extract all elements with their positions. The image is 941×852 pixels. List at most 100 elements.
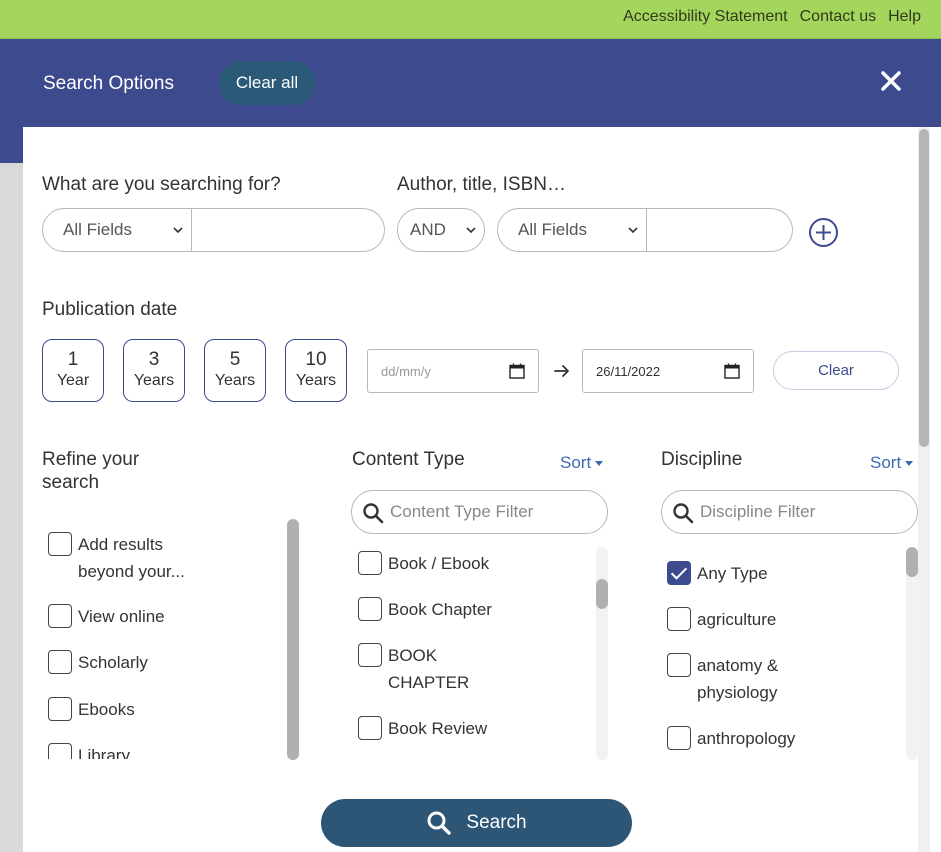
discipline-item[interactable]: anatomy & physiology xyxy=(667,652,807,706)
checkbox[interactable] xyxy=(358,551,382,575)
discipline-sort[interactable]: Sort xyxy=(870,453,914,473)
search-input-2[interactable] xyxy=(647,208,793,252)
search-icon xyxy=(673,503,694,524)
refine-item-label: Ebooks xyxy=(78,700,135,719)
discipline-item[interactable]: agriculture xyxy=(667,606,776,633)
range-unit: Year xyxy=(56,372,90,389)
refine-item-ebooks[interactable]: Ebooks xyxy=(48,696,135,723)
discipline-item-any-type[interactable]: Any Type xyxy=(667,560,768,587)
discipline-item-label: anthropology xyxy=(697,729,796,748)
discipline-filter-placeholder: Discipline Filter xyxy=(700,502,816,521)
range-number: 3 xyxy=(148,349,160,370)
discipline-title: Discipline xyxy=(661,449,743,470)
refine-item-label: View online xyxy=(78,607,165,626)
range-number: 10 xyxy=(305,349,327,370)
field-select-1[interactable]: All Fields xyxy=(42,208,192,252)
checkbox-checked[interactable] xyxy=(667,561,691,585)
content-type-item-label: Book / Ebook xyxy=(388,554,490,573)
range-unit: Years xyxy=(133,372,175,389)
refine-item-scholarly[interactable]: Scholarly xyxy=(48,649,148,676)
sort-label: Sort xyxy=(560,453,592,472)
field-select-1-value: All Fields xyxy=(63,220,132,239)
checkbox[interactable] xyxy=(358,643,382,667)
add-row-icon[interactable] xyxy=(808,217,839,248)
checkbox[interactable] xyxy=(48,604,72,628)
checkbox[interactable] xyxy=(667,607,691,631)
search-label: What are you searching for? xyxy=(42,174,281,195)
refine-item-library[interactable]: Library xyxy=(48,742,130,759)
publication-date-label: Publication date xyxy=(42,299,178,320)
refine-item-label: Add results beyond your... xyxy=(78,535,185,581)
author-title-label: Author, title, ISBN… xyxy=(397,174,566,195)
top-links: Accessibility Statement Contact us Help xyxy=(623,8,921,26)
discipline-scrollbar-track[interactable] xyxy=(906,547,918,760)
range-number: 5 xyxy=(229,349,241,370)
search-button[interactable]: Search xyxy=(321,799,632,847)
chevron-down-icon xyxy=(628,227,638,234)
clear-dates-button[interactable]: Clear xyxy=(773,351,899,390)
checkbox[interactable] xyxy=(48,650,72,674)
refine-item-label: Library xyxy=(78,746,130,759)
discipline-scrollbar-thumb[interactable] xyxy=(906,547,918,577)
chevron-down-icon xyxy=(173,227,183,234)
content-type-filter-placeholder: Content Type Filter xyxy=(390,502,534,521)
range-10-years-button[interactable]: 10 Years xyxy=(285,339,347,402)
checkbox[interactable] xyxy=(358,716,382,740)
close-icon[interactable] xyxy=(879,69,903,93)
date-from-placeholder: dd/mm/y xyxy=(381,363,431,379)
checkbox[interactable] xyxy=(48,532,72,556)
content-type-title: Content Type xyxy=(352,449,465,470)
refine-item-add-results[interactable]: Add results beyond your... xyxy=(48,531,248,585)
content-type-item-label: BOOK CHAPTER xyxy=(388,646,470,692)
checkbox[interactable] xyxy=(358,597,382,621)
contact-link[interactable]: Contact us xyxy=(800,8,876,26)
range-5-years-button[interactable]: 5 Years xyxy=(204,339,266,402)
refine-title: Refine your search xyxy=(42,449,140,493)
range-unit: Years xyxy=(295,372,337,389)
modal-scrollbar-thumb[interactable] xyxy=(919,129,929,447)
checkbox[interactable] xyxy=(48,697,72,721)
range-number: 1 xyxy=(67,349,79,370)
checkbox[interactable] xyxy=(667,653,691,677)
search-button-label: Search xyxy=(466,812,527,833)
checkbox[interactable] xyxy=(667,726,691,750)
modal-title: Search Options xyxy=(43,73,174,94)
content-type-item-label: Book Chapter xyxy=(388,600,492,619)
refine-item-view-online[interactable]: View online xyxy=(48,603,165,630)
content-type-item[interactable]: Book / Ebook xyxy=(358,550,489,577)
operator-select[interactable]: AND xyxy=(397,208,485,252)
calendar-icon[interactable] xyxy=(724,363,740,379)
content-type-scrollbar-thumb[interactable] xyxy=(596,579,608,609)
caret-down-icon xyxy=(595,461,604,467)
discipline-list: Any Type agriculture anatomy & physiolog… xyxy=(667,547,897,760)
range-3-years-button[interactable]: 3 Years xyxy=(123,339,185,402)
date-to-input[interactable]: 26/11/2022 xyxy=(582,349,754,393)
discipline-item[interactable]: anthropology xyxy=(667,725,795,752)
modal-header: Search Options Clear all xyxy=(23,39,941,127)
content-type-item[interactable]: Book Chapter xyxy=(358,596,492,623)
content-type-item[interactable]: BOOK CHAPTER xyxy=(358,642,478,696)
refine-scrollbar-thumb[interactable] xyxy=(287,519,299,760)
operator-select-value: AND xyxy=(410,220,446,239)
range-1-year-button[interactable]: 1 Year xyxy=(42,339,104,402)
field-select-2-value: All Fields xyxy=(518,220,587,239)
arrow-right-icon xyxy=(554,365,569,377)
calendar-icon[interactable] xyxy=(509,363,525,379)
content-type-sort[interactable]: Sort xyxy=(560,453,604,473)
help-link[interactable]: Help xyxy=(888,8,921,26)
date-to-value: 26/11/2022 xyxy=(596,363,661,379)
content-type-item[interactable]: Book Review xyxy=(358,715,487,742)
refine-item-label: Scholarly xyxy=(78,653,148,672)
range-unit: Years xyxy=(214,372,256,389)
top-bar: Accessibility Statement Contact us Help xyxy=(0,0,941,39)
discipline-filter[interactable]: Discipline Filter xyxy=(661,490,918,534)
field-select-2[interactable]: All Fields xyxy=(497,208,647,252)
content-type-item-label: Book Review xyxy=(388,719,488,738)
accessibility-link[interactable]: Accessibility Statement xyxy=(623,8,788,26)
date-from-input[interactable]: dd/mm/y xyxy=(367,349,539,393)
checkbox[interactable] xyxy=(48,743,72,759)
clear-all-button[interactable]: Clear all xyxy=(219,61,315,105)
discipline-item-label: anatomy & physiology xyxy=(697,656,779,702)
search-input-1[interactable] xyxy=(192,208,385,252)
content-type-filter[interactable]: Content Type Filter xyxy=(351,490,608,534)
